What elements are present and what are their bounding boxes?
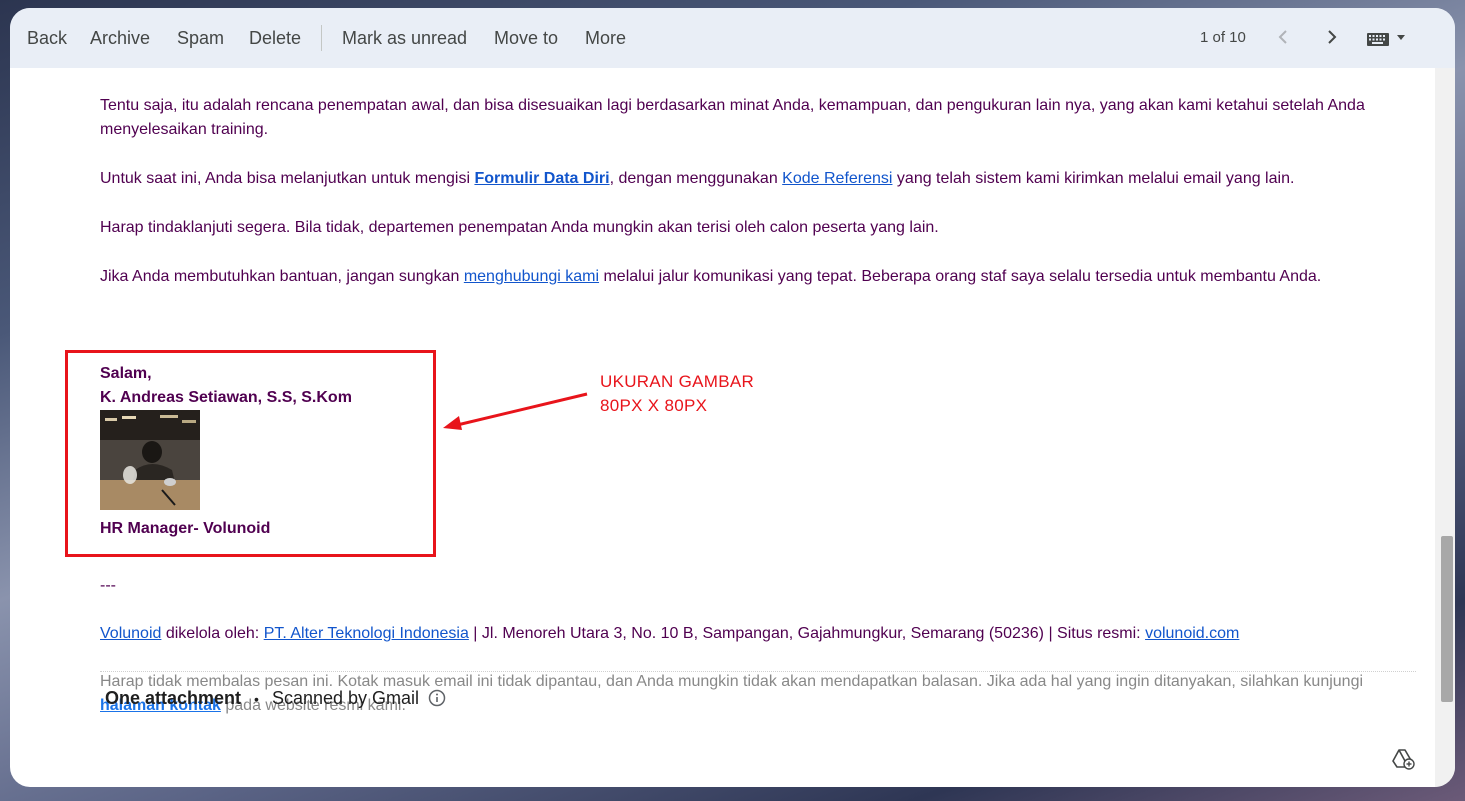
- form-link[interactable]: Formulir Data Diri: [474, 170, 609, 187]
- signature-photo: [100, 410, 200, 510]
- more-button[interactable]: More: [585, 27, 626, 49]
- attachment-dot: •: [254, 691, 259, 707]
- reference-code-link[interactable]: Kode Referensi: [782, 170, 892, 187]
- annotation-arrow: [443, 392, 588, 430]
- chevron-right-icon[interactable]: [1319, 24, 1345, 50]
- footer-text-2: | Jl. Menoreh Utara 3, No. 10 B, Sampang…: [468, 625, 1146, 642]
- footer-text-1: dikelola oleh:: [161, 625, 264, 642]
- annotation-text: UKURAN GAMBAR 80PX X 80PX: [600, 370, 754, 418]
- annotation-line-2: 80PX X 80PX: [600, 396, 708, 415]
- attachment-count: One attachment: [105, 688, 242, 708]
- paragraph-form-text-3: yang telah sistem kami kirimkan melalui …: [892, 170, 1295, 187]
- signature-greeting: Salam,: [100, 365, 152, 382]
- email-window: Back Archive Spam Delete Mark as unread …: [10, 8, 1455, 787]
- signature-name: K. Andreas Setiawan, S.S, S.Kom: [100, 389, 352, 406]
- paragraph-form: Untuk saat ini, Anda bisa melanjutkan un…: [100, 167, 1400, 191]
- scrollbar-thumb[interactable]: [1441, 536, 1453, 702]
- paragraph-help-text-2: melalui jalur komunikasi yang tepat. Beb…: [599, 268, 1322, 285]
- company-link[interactable]: PT. Alter Teknologi Indonesia: [264, 625, 469, 642]
- attachment-divider: [100, 671, 1416, 673]
- add-to-drive-icon[interactable]: [1391, 748, 1415, 770]
- toolbar-divider: [321, 25, 322, 51]
- caret-down-icon: [1397, 35, 1405, 40]
- spam-button[interactable]: Spam: [177, 27, 224, 49]
- archive-button[interactable]: Archive: [90, 27, 150, 49]
- chevron-left-icon[interactable]: [1270, 24, 1296, 50]
- footer-company-info: Volunoid dikelola oleh: PT. Alter Teknol…: [100, 622, 1400, 646]
- attachment-bar: One attachment • Scanned by Gmail: [105, 688, 446, 709]
- keyboard-icon[interactable]: [1366, 30, 1414, 48]
- move-to-button[interactable]: Move to: [494, 27, 558, 49]
- volunoid-link[interactable]: Volunoid: [100, 625, 161, 642]
- paragraph-placement: Tentu saja, itu adalah rencana penempata…: [100, 97, 1365, 138]
- scanned-label: Scanned by Gmail: [271, 688, 420, 708]
- website-link[interactable]: volunoid.com: [1145, 625, 1239, 642]
- paragraph-form-text-1: Untuk saat ini, Anda bisa melanjutkan un…: [100, 170, 475, 187]
- signature-separator: ---: [100, 577, 116, 594]
- email-body: Tentu saja, itu adalah rencana penempata…: [10, 68, 1435, 787]
- info-icon[interactable]: [428, 689, 446, 707]
- paragraph-help-text-1: Jika Anda membutuhkan bantuan, jangan su…: [100, 268, 464, 285]
- mark-unread-button[interactable]: Mark as unread: [342, 27, 467, 49]
- paragraph-form-text-2: , dengan menggunakan: [609, 170, 783, 187]
- annotation-line-1: UKURAN GAMBAR: [600, 372, 755, 391]
- back-button[interactable]: Back: [27, 27, 67, 49]
- delete-button[interactable]: Delete: [249, 27, 301, 49]
- pager-count: 1 of 10: [1200, 29, 1246, 46]
- paragraph-followup: Harap tindaklanjuti segera. Bila tidak, …: [100, 219, 939, 236]
- signature-title: HR Manager- Volunoid: [100, 520, 271, 537]
- contact-us-link[interactable]: menghubungi kami: [464, 268, 599, 285]
- email-toolbar: Back Archive Spam Delete Mark as unread …: [10, 8, 1455, 68]
- paragraph-help: Jika Anda membutuhkan bantuan, jangan su…: [100, 265, 1400, 289]
